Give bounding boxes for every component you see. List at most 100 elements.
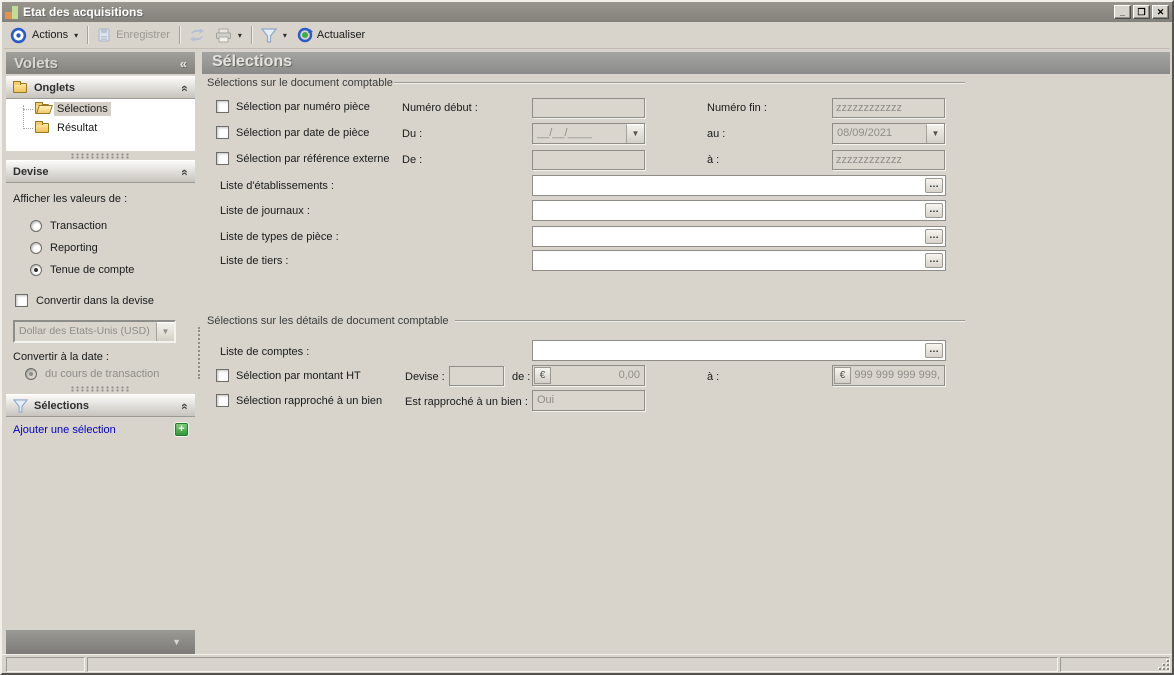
checkbox-icon[interactable]	[216, 126, 229, 139]
open-folder-icon	[35, 104, 49, 114]
app-window: Etat des acquisitions _ ❒ ✕ Actions ▾ En…	[0, 0, 1174, 675]
panel-splitter-handle[interactable]	[198, 327, 200, 379]
checkbox-icon[interactable]	[216, 152, 229, 165]
tree-item-resultat[interactable]: Résultat	[35, 121, 100, 135]
liste-etablissements-field[interactable]: …	[532, 175, 946, 196]
liste-journaux-field[interactable]: …	[532, 200, 946, 221]
liste-tiers-field[interactable]: …	[532, 250, 946, 271]
sidebar-volets: Volets « Onglets « Sélections Résultat	[6, 52, 195, 654]
devise-input[interactable]	[449, 366, 504, 386]
tree-connector	[23, 109, 33, 110]
ellipsis-button[interactable]: …	[925, 203, 943, 218]
sidebar-title: Volets	[14, 55, 58, 72]
group2-legend: Sélections sur les détails de document c…	[207, 315, 449, 327]
radio-icon[interactable]	[30, 220, 42, 232]
print-dropdown-icon: ▾	[238, 31, 242, 40]
tree-connector	[23, 128, 33, 129]
filter-funnel-icon	[261, 28, 277, 43]
maximize-button[interactable]: ❒	[1133, 5, 1150, 19]
liste-types-piece-field[interactable]: …	[532, 226, 946, 247]
currency-select[interactable]: Dollar des Etats-Unis (USD) ▼	[13, 320, 176, 343]
section-selections-label: Sélections	[34, 400, 89, 412]
splitter-handle[interactable]	[70, 386, 130, 392]
actions-label: Actions	[32, 29, 68, 41]
splitter-handle[interactable]	[70, 153, 130, 159]
radio-icon[interactable]	[30, 242, 42, 254]
a-montant-field[interactable]: € 999 999 999 999,	[832, 365, 945, 386]
radio-label: Reporting	[50, 242, 98, 254]
de-montant-field[interactable]: € 0,00	[532, 365, 645, 386]
numero-debut-input[interactable]	[532, 98, 645, 118]
radio-tenue-de-compte[interactable]: Tenue de compte	[30, 264, 134, 276]
add-selection-link[interactable]: Ajouter une sélection	[13, 424, 116, 436]
de-montant-label: de :	[512, 371, 530, 383]
du-label: Du :	[402, 128, 422, 140]
radio-icon[interactable]	[25, 368, 37, 380]
radio-reporting[interactable]: Reporting	[30, 242, 98, 254]
collapse-up-icon[interactable]: «	[178, 85, 192, 91]
toolbar-separator	[251, 26, 252, 44]
checkbox-selection-rapproche-bien[interactable]: Sélection rapproché à un bien	[216, 394, 382, 407]
checkbox-selection-numero-piece[interactable]: Sélection par numéro pièce	[216, 100, 370, 113]
ellipsis-button[interactable]: …	[925, 178, 943, 193]
au-date-value: 08/09/2021	[833, 124, 926, 143]
filter-funnel-icon	[13, 399, 28, 413]
checkbox-convertir-devise[interactable]: Convertir dans la devise	[15, 294, 154, 307]
dropdown-arrow-icon[interactable]: ▼	[626, 124, 644, 143]
section-devise-label: Devise	[13, 166, 48, 178]
checkbox-icon[interactable]	[216, 100, 229, 113]
checkbox-icon[interactable]	[216, 369, 229, 382]
numero-fin-label: Numéro fin :	[707, 102, 767, 114]
collapse-up-icon[interactable]: «	[178, 169, 192, 175]
add-plus-icon[interactable]: +	[175, 423, 188, 436]
minimize-button[interactable]: _	[1114, 5, 1131, 19]
est-rapproche-field[interactable]: Oui	[532, 390, 645, 411]
toolbar-separator	[87, 26, 88, 44]
radio-icon[interactable]	[30, 264, 42, 276]
save-label: Enregistrer	[116, 29, 170, 41]
print-button[interactable]: ▾	[210, 26, 247, 45]
checkbox-selection-reference-externe[interactable]: Sélection par référence externe	[216, 152, 389, 165]
section-selections[interactable]: Sélections «	[6, 394, 195, 417]
radio-transaction[interactable]: Transaction	[30, 220, 107, 232]
sync-button[interactable]	[184, 26, 210, 44]
a-input[interactable]	[832, 150, 945, 170]
checkbox-label: Sélection par date de pièce	[236, 127, 369, 139]
euro-icon[interactable]: €	[834, 367, 851, 384]
close-button[interactable]: ✕	[1152, 5, 1169, 19]
du-date-combo[interactable]: __/__/____ ▼	[532, 123, 645, 144]
dropdown-arrow-icon[interactable]: ▼	[926, 124, 944, 143]
radio-cours-transaction[interactable]: du cours de transaction	[25, 368, 159, 380]
sidebar-collapse-icon[interactable]: «	[180, 56, 187, 71]
group2-line	[455, 320, 965, 321]
checkbox-selection-date-piece[interactable]: Sélection par date de pièce	[216, 126, 369, 139]
au-date-combo[interactable]: 08/09/2021 ▼	[832, 123, 945, 144]
checkbox-icon[interactable]	[15, 294, 28, 307]
actions-button[interactable]: Actions ▾	[27, 27, 83, 43]
tree-item-selections[interactable]: Sélections	[35, 102, 111, 116]
liste-comptes-field[interactable]: …	[532, 340, 946, 361]
dropdown-arrow-icon[interactable]: ▼	[156, 322, 174, 341]
status-panel-1	[6, 657, 85, 672]
refresh-button[interactable]: Actualiser	[292, 25, 370, 45]
section-onglets[interactable]: Onglets «	[6, 76, 195, 99]
ellipsis-button[interactable]: …	[925, 343, 943, 358]
section-onglets-label: Onglets	[34, 82, 75, 94]
de-input[interactable]	[532, 150, 645, 170]
save-button[interactable]: Enregistrer	[92, 26, 175, 45]
sidebar-footer-bar[interactable]: ▼	[6, 630, 195, 654]
euro-icon[interactable]: €	[534, 367, 551, 384]
ellipsis-button[interactable]: …	[925, 229, 943, 244]
est-rapproche-label: Est rapproché à un bien :	[405, 396, 528, 408]
filter-button[interactable]: ▾	[256, 26, 292, 45]
liste-tiers-label: Liste de tiers :	[220, 255, 288, 267]
filter-dropdown-icon: ▾	[283, 31, 287, 40]
section-devise[interactable]: Devise «	[6, 160, 195, 183]
resize-grip[interactable]	[1159, 660, 1169, 670]
de-montant-value: 0,00	[552, 366, 644, 385]
checkbox-selection-montant-ht[interactable]: Sélection par montant HT	[216, 369, 361, 382]
checkbox-icon[interactable]	[216, 394, 229, 407]
numero-fin-input[interactable]	[832, 98, 945, 118]
collapse-up-icon[interactable]: «	[178, 403, 192, 409]
ellipsis-button[interactable]: …	[925, 253, 943, 268]
